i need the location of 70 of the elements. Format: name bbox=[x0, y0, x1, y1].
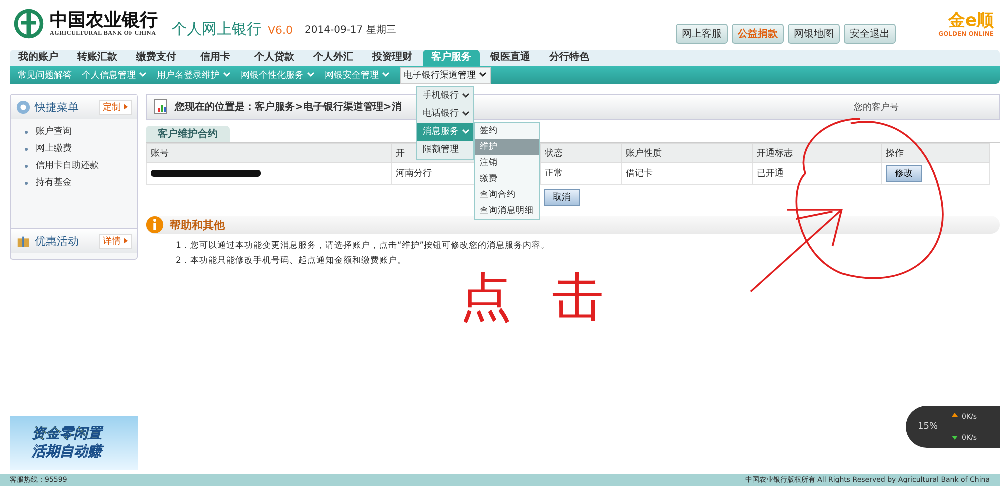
details-button[interactable]: 详情 bbox=[99, 234, 132, 248]
bullet-icon bbox=[25, 165, 28, 168]
main-nav-tab[interactable]: 信用卡 bbox=[187, 50, 244, 66]
chevron-down-icon bbox=[223, 72, 231, 78]
main-nav-tab[interactable]: 转账汇款 bbox=[69, 50, 126, 66]
cancel-button[interactable]: 取消 bbox=[544, 189, 580, 206]
submenu-item[interactable]: 查询合约 bbox=[475, 187, 539, 203]
bullet-icon bbox=[25, 148, 28, 151]
chevron-down-icon bbox=[382, 72, 390, 78]
column-header: 账户性质 bbox=[622, 144, 752, 162]
triangle-right-icon bbox=[124, 104, 128, 110]
chevron-down-icon bbox=[479, 72, 487, 78]
handwritten-annotation: 点击 bbox=[460, 272, 644, 324]
chevron-down-icon bbox=[462, 92, 470, 99]
main-nav-tab[interactable]: 我的账户 bbox=[10, 50, 67, 66]
panel-title: 快捷菜单 bbox=[35, 100, 80, 114]
chevron-down-icon bbox=[462, 128, 470, 135]
table-cell: 已开通 bbox=[752, 162, 882, 184]
chevron-down-icon bbox=[462, 110, 470, 117]
dropdown-item[interactable]: 电话银行 bbox=[417, 105, 473, 123]
quick-menu-link[interactable]: 持有基金 bbox=[36, 175, 72, 192]
help-text: 2．本功能只能修改手机号码、起点通知金额和缴费账户。 bbox=[176, 255, 408, 267]
help-title: 帮助和其他 bbox=[170, 218, 225, 232]
panel-title: 优惠活动 bbox=[35, 234, 80, 248]
table-cell: 借记卡 bbox=[622, 162, 752, 184]
customize-button[interactable]: 定制 bbox=[99, 100, 132, 114]
dropdown-item[interactable]: 限额管理 bbox=[417, 141, 473, 159]
product-title: 个人网上银行 bbox=[172, 20, 262, 38]
quick-menu-link[interactable]: 网上缴费 bbox=[36, 141, 72, 158]
submenu-item[interactable]: 查询消息明细 bbox=[475, 203, 539, 219]
quick-menu-link[interactable]: 信用卡自助还款 bbox=[36, 158, 99, 175]
header-button[interactable]: 安全退出 bbox=[844, 24, 896, 44]
bank-logo-icon bbox=[14, 9, 44, 39]
submenu-item[interactable]: 签约 bbox=[475, 123, 539, 139]
brand-logo: 金e顺 bbox=[948, 10, 994, 30]
main-nav-tab[interactable]: 个人贷款 bbox=[246, 50, 303, 66]
chart-document-icon bbox=[153, 99, 169, 115]
modify-button[interactable]: 修改 bbox=[886, 165, 922, 182]
main-nav-tab[interactable]: 银医直通 bbox=[482, 50, 539, 66]
triangle-right-icon bbox=[124, 238, 128, 244]
customer-number-label: 您的客户号 bbox=[854, 102, 899, 114]
date-label: 2014-09-17 星期三 bbox=[305, 24, 396, 37]
content-tab[interactable]: 客户维护合约 bbox=[146, 126, 230, 142]
bank-name: 中国农业银行 bbox=[50, 11, 158, 31]
header-button[interactable]: 网银地图 bbox=[788, 24, 840, 44]
main-nav-tab[interactable]: 个人外汇 bbox=[305, 50, 362, 66]
menu-icon bbox=[16, 100, 31, 114]
info-icon bbox=[146, 216, 164, 234]
column-header: 状态 bbox=[540, 144, 622, 162]
download-arrow-icon bbox=[952, 434, 958, 440]
breadcrumb: 您现在的位置是：客户服务>电子银行渠道管理>消 bbox=[175, 100, 402, 114]
quick-menu-link[interactable]: 账户查询 bbox=[36, 124, 72, 141]
sub-nav-item[interactable]: 电子银行渠道管理 bbox=[400, 66, 491, 84]
version-label: V6.0 bbox=[268, 24, 294, 36]
chevron-down-icon bbox=[307, 72, 315, 78]
header-button[interactable]: 网上客服 bbox=[676, 24, 728, 44]
bullet-icon bbox=[25, 131, 28, 134]
column-header: 开通标志 bbox=[752, 144, 882, 162]
promo-banner[interactable]: 资金零闲置 活期自动赚 bbox=[10, 416, 138, 470]
chevron-down-icon bbox=[139, 72, 147, 78]
main-nav-tab[interactable]: 投资理财 bbox=[364, 50, 421, 66]
column-header: 账号 bbox=[146, 144, 392, 162]
help-text: 1．您可以通过本功能变更消息服务，请选择账户，点击“维护”按钮可修改您的消息服务内容。 bbox=[176, 240, 552, 252]
bullet-icon bbox=[25, 182, 28, 185]
main-nav-tab[interactable]: 缴费支付 bbox=[128, 50, 185, 66]
dropdown-item[interactable]: 手机银行 bbox=[417, 87, 473, 105]
upload-arrow-icon bbox=[952, 412, 958, 418]
column-header: 操作 bbox=[882, 144, 990, 162]
submenu-item[interactable]: 缴费 bbox=[475, 171, 539, 187]
main-nav-tab[interactable]: 分行特色 bbox=[541, 50, 598, 66]
